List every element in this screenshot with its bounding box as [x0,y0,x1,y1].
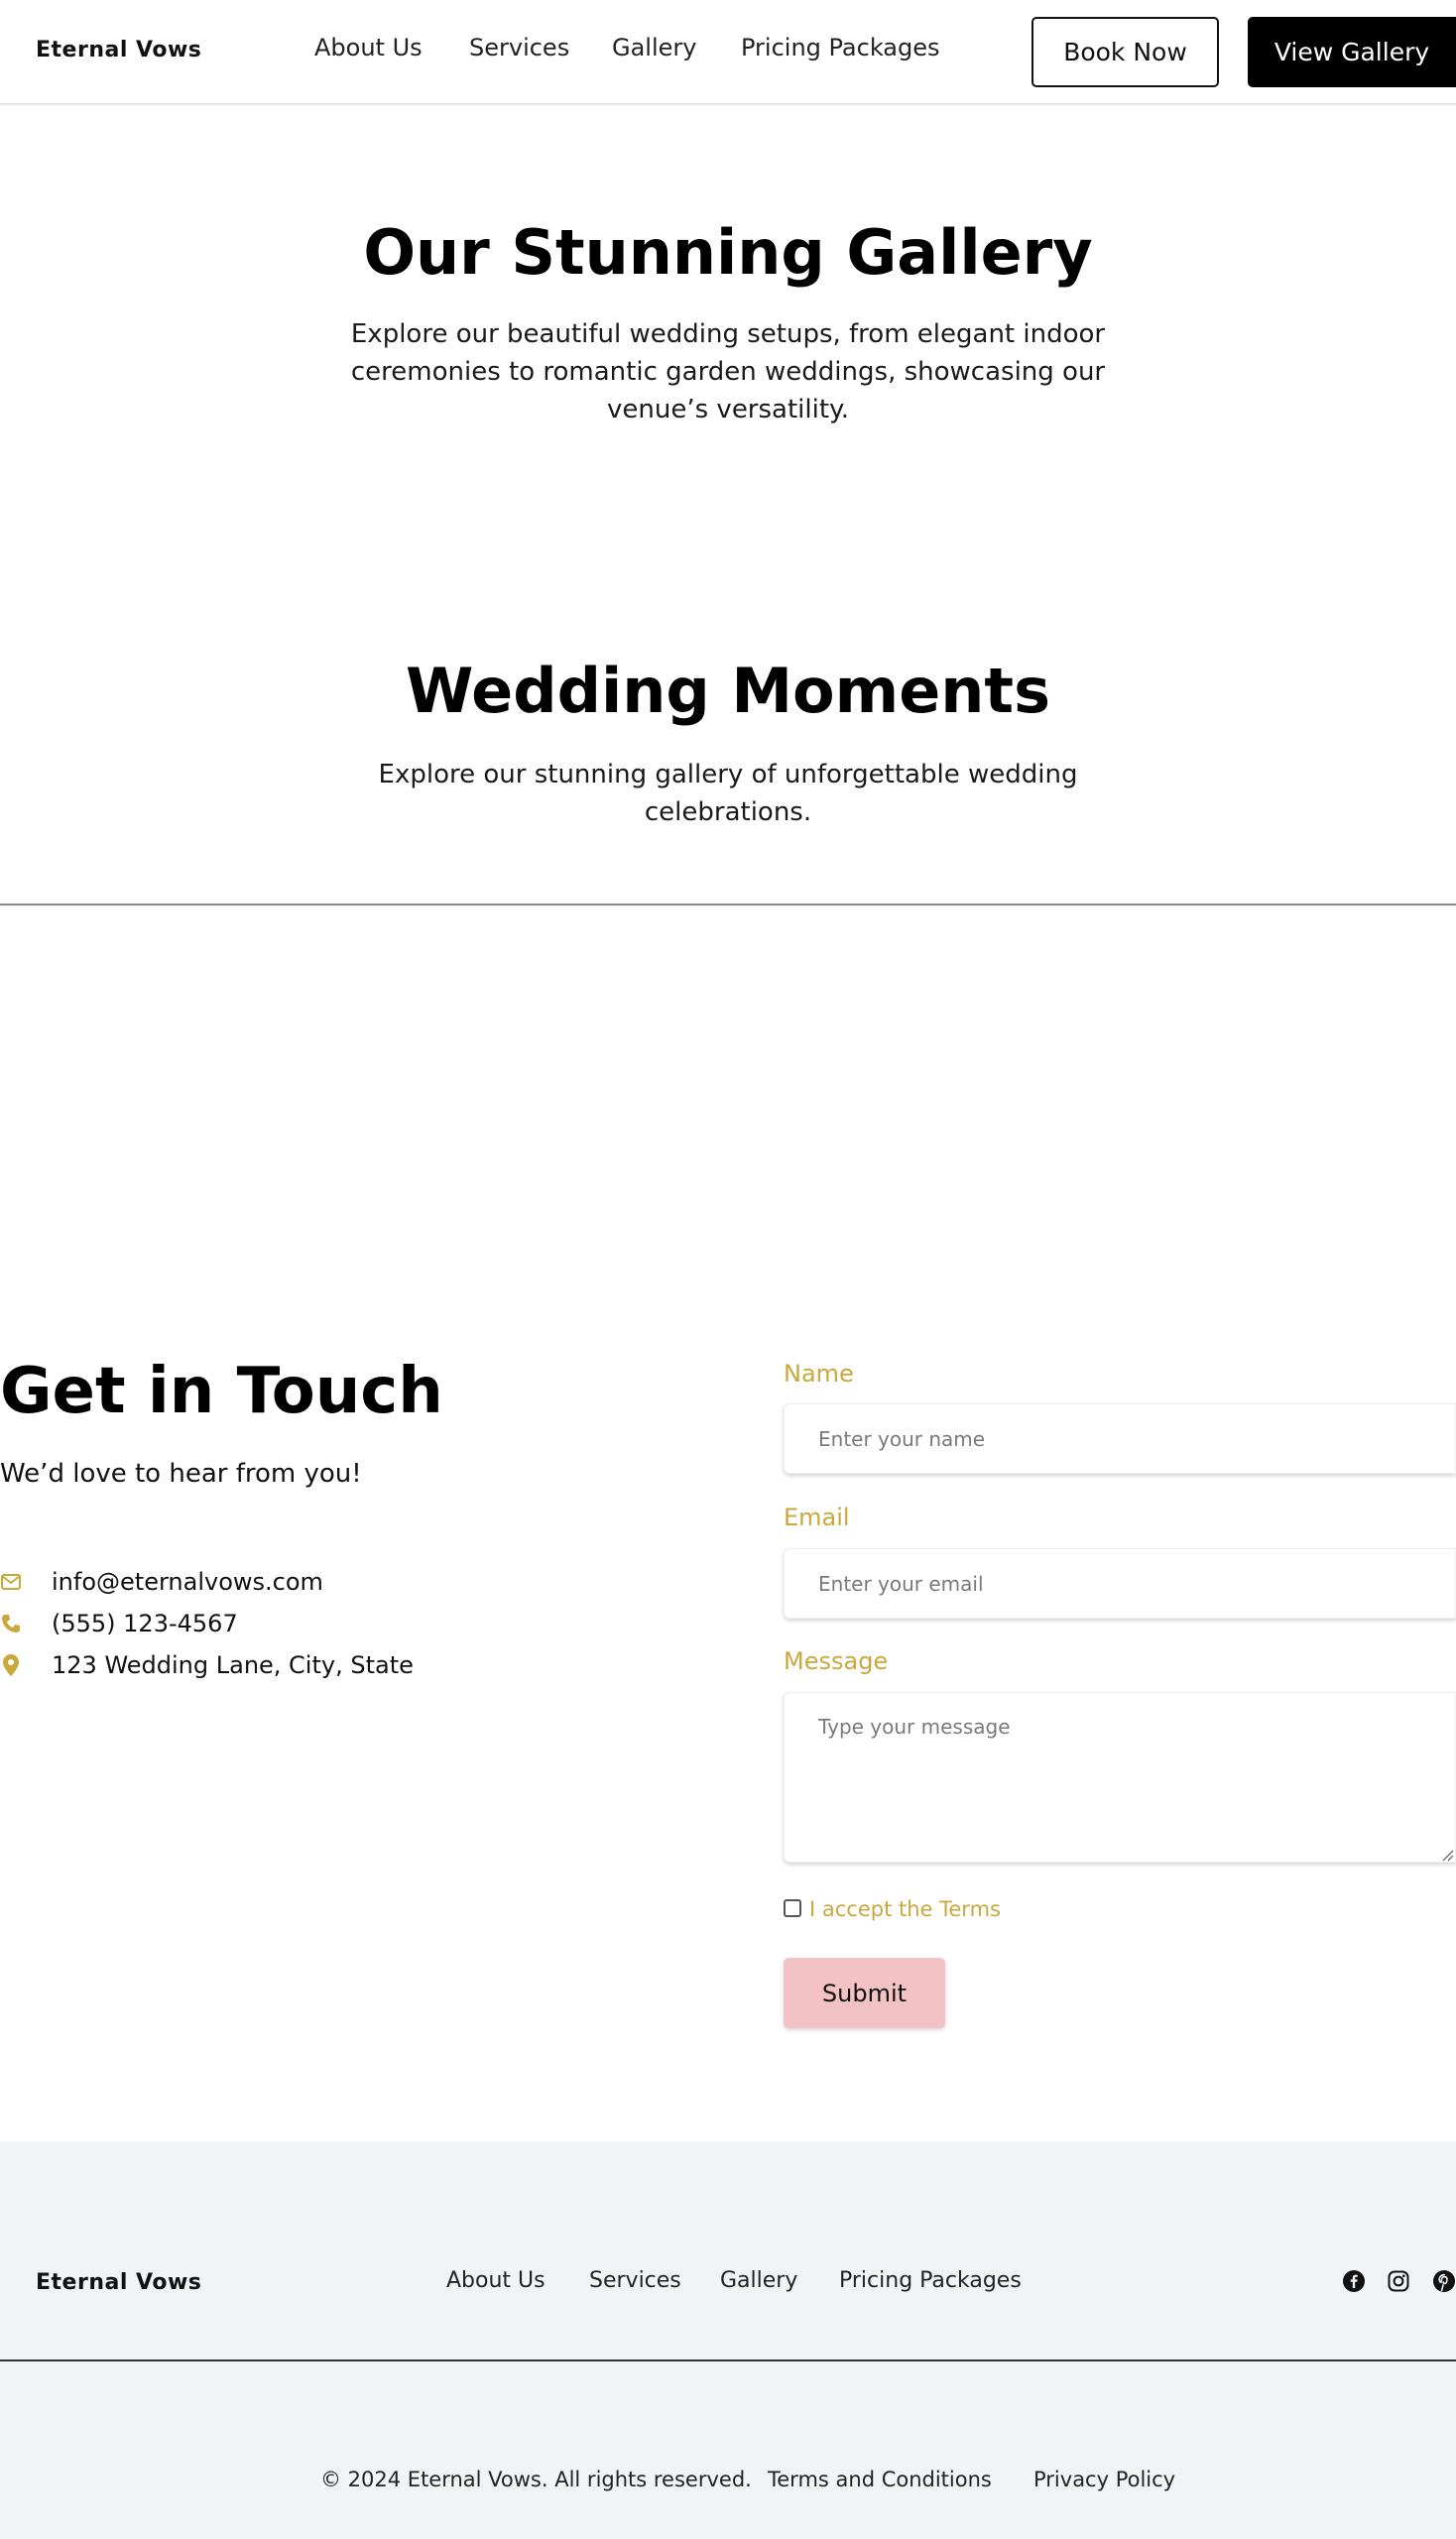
terms-link[interactable]: Terms and Conditions [768,2468,992,2491]
section-divider [0,904,1456,906]
footer-nav-about-us[interactable]: About Us [446,2268,546,2293]
map-pin-icon [0,1654,22,1676]
instagram-icon[interactable] [1387,2269,1410,2293]
contact-address: 123 Wedding Lane, City, State [52,1651,414,1679]
contact-title: Get in Touch [0,1355,443,1428]
footer-nav-gallery[interactable]: Gallery [720,2268,797,2293]
contact-address-row: 123 Wedding Lane, City, State [0,1650,414,1680]
contact-phone[interactable]: (555) 123-4567 [52,1610,238,1637]
brand-logo[interactable]: Eternal Vows [36,38,201,62]
gallery-description: Explore our beautiful wedding setups, fr… [350,319,1106,424]
contact-subtitle: We’d love to hear from you! [0,1459,362,1489]
copyright-text: © 2024 Eternal Vows. All rights reserved… [320,2468,752,2491]
envelope-icon [0,1571,22,1593]
footer-nav-pricing-packages[interactable]: Pricing Packages [839,2268,1022,2293]
submit-button[interactable]: Submit [784,1958,945,2028]
pinterest-icon[interactable] [1432,2269,1456,2293]
nav-about-us[interactable]: About Us [314,34,423,61]
terms-label[interactable]: I accept the Terms [809,1897,1001,1921]
privacy-link[interactable]: Privacy Policy [1033,2468,1175,2491]
email-input[interactable] [784,1548,1456,1619]
site-header: Eternal Vows About Us Services Gallery P… [0,0,1456,105]
nav-pricing-packages[interactable]: Pricing Packages [741,34,940,61]
nav-services[interactable]: Services [469,34,569,61]
message-label: Message [784,1647,889,1675]
moments-description: Explore our stunning gallery of unforget… [378,760,1078,827]
phone-icon [0,1613,22,1634]
email-label: Email [784,1504,850,1531]
contact-email-row: info@eternalvows.com [0,1567,323,1597]
contact-phone-row: (555) 123-4567 [0,1609,238,1638]
book-now-button[interactable]: Book Now [1031,17,1219,87]
nav-gallery[interactable]: Gallery [612,34,696,61]
moments-title: Wedding Moments [406,655,1050,727]
name-input[interactable] [784,1403,1456,1474]
resize-handle-icon[interactable] [1440,1847,1454,1862]
footer-nav-services[interactable]: Services [589,2268,681,2293]
gallery-title: Our Stunning Gallery [363,216,1093,289]
contact-email[interactable]: info@eternalvows.com [52,1568,323,1596]
terms-checkbox[interactable] [784,1899,801,1917]
footer-divider [0,2359,1456,2361]
message-textarea[interactable] [784,1692,1456,1863]
facebook-icon[interactable] [1342,2269,1366,2293]
name-label: Name [784,1360,854,1388]
footer-brand-logo[interactable]: Eternal Vows [36,2270,201,2295]
view-gallery-button[interactable]: View Gallery [1248,17,1456,87]
